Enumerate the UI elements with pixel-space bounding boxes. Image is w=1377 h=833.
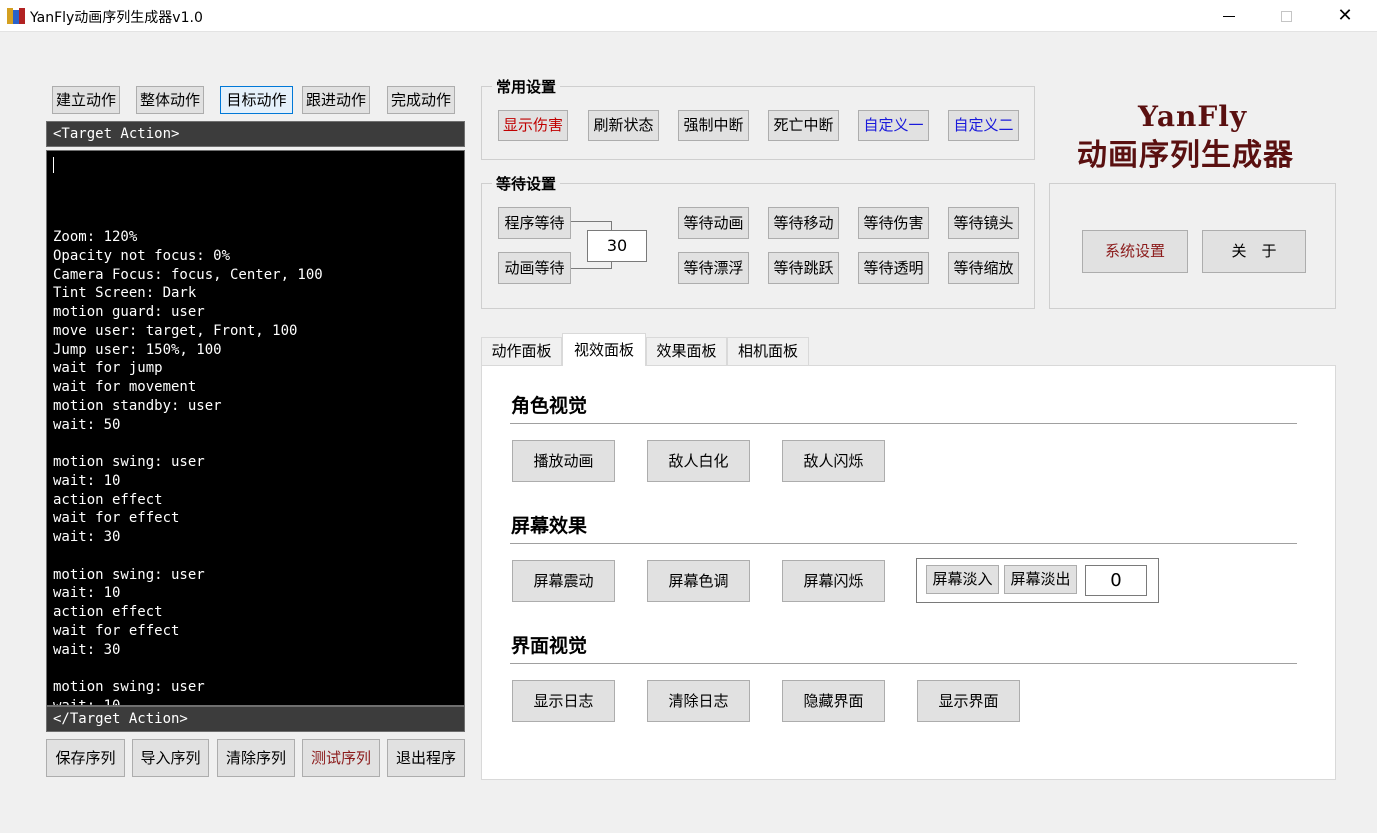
code-line: wait: 10 [53, 697, 121, 706]
text-cursor [53, 157, 54, 173]
wait-jump-button[interactable]: 等待跳跃 [768, 252, 839, 284]
title-bar: YanFly动画序列生成器v1.0 ✕ [0, 0, 1377, 32]
enemy-flash-button[interactable]: 敌人闪烁 [782, 440, 885, 482]
save-sequence-button[interactable]: 保存序列 [46, 739, 125, 777]
custom-one-button[interactable]: 自定义一 [858, 110, 929, 141]
minimize-button[interactable] [1206, 0, 1252, 32]
play-animation-button[interactable]: 播放动画 [512, 440, 615, 482]
exit-program-button[interactable]: 退出程序 [387, 739, 465, 777]
role-visual-divider [510, 423, 1297, 424]
fade-value-input[interactable]: 0 [1085, 565, 1147, 596]
tab-finish-action[interactable]: 完成动作 [387, 86, 455, 114]
code-line: motion guard: user [53, 304, 205, 320]
wait-animation-button[interactable]: 等待动画 [678, 207, 749, 239]
code-line: motion standby: user [53, 397, 222, 414]
show-log-button[interactable]: 显示日志 [512, 680, 615, 722]
test-sequence-button[interactable]: 测试序列 [302, 739, 380, 777]
role-visual-title: 角色视觉 [511, 395, 588, 417]
wait-damage-button[interactable]: 等待伤害 [858, 207, 929, 239]
code-line: Jump user: 150%, 100 [53, 341, 222, 358]
import-sequence-button[interactable]: 导入序列 [132, 739, 209, 777]
screen-effect-divider [510, 543, 1297, 544]
screen-tint-button[interactable]: 屏幕色调 [647, 560, 750, 602]
code-line: Zoom: 120% [53, 229, 138, 245]
common-settings-title: 常用设置 [492, 76, 561, 97]
tab-effect-panel[interactable]: 效果面板 [646, 337, 727, 366]
screen-shake-button[interactable]: 屏幕震动 [512, 560, 615, 602]
open-tag-bar: <Target Action> [46, 121, 465, 147]
code-line: Camera Focus: focus, Center, 100 [53, 266, 323, 283]
minimize-icon [1223, 16, 1235, 17]
tab-build-action[interactable]: 建立动作 [52, 86, 120, 114]
window-title: YanFly动画序列生成器v1.0 [30, 10, 203, 26]
hide-ui-button[interactable]: 隐藏界面 [782, 680, 885, 722]
wait-camera-button[interactable]: 等待镜头 [948, 207, 1019, 239]
fade-out-button[interactable]: 屏幕淡出 [1004, 565, 1077, 594]
enemy-whiten-button[interactable]: 敌人白化 [647, 440, 750, 482]
wait-connector-bottom [571, 261, 612, 269]
code-line: wait for jump [53, 360, 163, 377]
close-icon: ✕ [1337, 5, 1353, 26]
logo-subtitle: 动画序列生成器 [1077, 138, 1294, 173]
code-line: wait: 10 [53, 472, 121, 489]
code-line: motion swing: user [53, 454, 205, 470]
wait-settings-title: 等待设置 [492, 173, 561, 194]
ui-visual-divider [510, 663, 1297, 664]
death-interrupt-button[interactable]: 死亡中断 [768, 110, 839, 141]
fade-in-button[interactable]: 屏幕淡入 [926, 565, 999, 594]
maximize-icon [1281, 11, 1292, 22]
custom-two-button[interactable]: 自定义二 [948, 110, 1019, 141]
wait-settings-group: 等待设置 [481, 173, 1035, 309]
tab-whole-action[interactable]: 整体动作 [136, 86, 204, 114]
tab-target-action[interactable]: 目标动作 [220, 86, 293, 114]
code-line: action effect [53, 604, 163, 620]
show-ui-button[interactable]: 显示界面 [917, 680, 1020, 722]
code-line: Opacity not focus: 0% [53, 247, 231, 264]
code-line: motion swing: user [53, 566, 205, 583]
system-settings-button[interactable]: 系统设置 [1082, 230, 1188, 273]
wait-frames-input[interactable]: 30 [587, 230, 647, 262]
screen-flash-button[interactable]: 屏幕闪烁 [782, 560, 885, 602]
program-wait-button[interactable]: 程序等待 [498, 207, 571, 239]
tab-follow-action[interactable]: 跟进动作 [302, 86, 370, 114]
logo-title: YanFly [1138, 100, 1248, 133]
show-damage-button[interactable]: 显示伤害 [498, 110, 568, 141]
code-line: move user: target, Front, 100 [53, 322, 298, 339]
code-line: motion swing: user [53, 679, 205, 695]
tab-action-panel[interactable]: 动作面板 [481, 337, 562, 366]
code-line: wait for effect [53, 622, 180, 639]
code-line: action effect [53, 491, 163, 508]
wait-float-button[interactable]: 等待漂浮 [678, 252, 749, 284]
code-line: wait: 30 [53, 641, 121, 658]
tab-visual-panel[interactable]: 视效面板 [562, 333, 646, 366]
screen-effect-title: 屏幕效果 [511, 515, 588, 537]
sequence-editor[interactable]: Zoom: 120% Opacity not focus: 0% Camera Fo… [46, 150, 465, 706]
ui-visual-title: 界面视觉 [511, 635, 588, 657]
code-line: wait for effect [53, 510, 180, 527]
close-button[interactable]: ✕ [1322, 0, 1368, 32]
code-line: wait for movement [53, 379, 197, 395]
wait-opacity-button[interactable]: 等待透明 [858, 252, 929, 284]
clear-log-button[interactable]: 清除日志 [647, 680, 750, 722]
close-tag-bar: </Target Action> [46, 706, 465, 732]
force-interrupt-button[interactable]: 强制中断 [678, 110, 749, 141]
code-lines: Zoom: 120% Opacity not focus: 0% Camera Fo… [53, 228, 323, 706]
refresh-status-button[interactable]: 刷新状态 [588, 110, 659, 141]
code-line: wait: 10 [53, 585, 121, 602]
wait-zoom-button[interactable]: 等待缩放 [948, 252, 1019, 284]
app-icon [7, 8, 25, 24]
wait-movement-button[interactable]: 等待移动 [768, 207, 839, 239]
maximize-button[interactable] [1264, 0, 1310, 32]
about-button[interactable]: 关 于 [1202, 230, 1306, 273]
animation-wait-button[interactable]: 动画等待 [498, 252, 571, 284]
code-line: Tint Screen: Dark [53, 285, 197, 302]
tab-camera-panel[interactable]: 相机面板 [727, 337, 809, 366]
code-line: wait: 50 [53, 416, 121, 433]
clear-sequence-button[interactable]: 清除序列 [217, 739, 295, 777]
code-line: wait: 30 [53, 529, 121, 545]
